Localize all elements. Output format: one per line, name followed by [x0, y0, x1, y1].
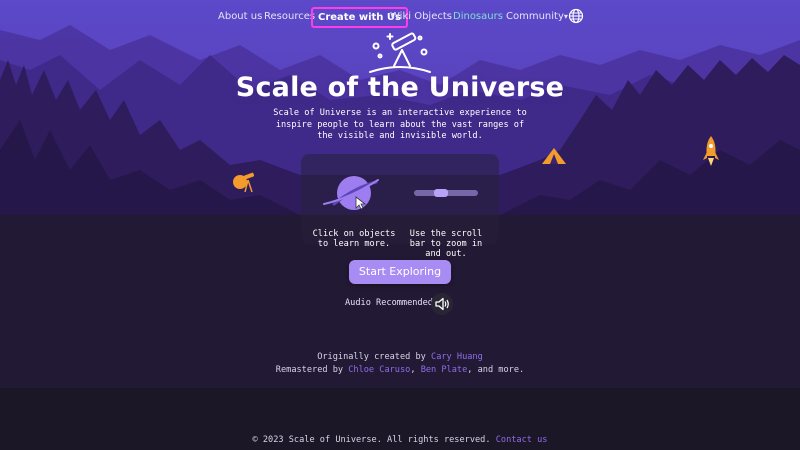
credits-original-prefix: Originally created by: [317, 352, 432, 362]
tent-icon: [542, 148, 566, 164]
footer: © 2023 Scale of Universe. All rights res…: [0, 435, 800, 445]
copyright-text: © 2023 Scale of Universe. All rights res…: [252, 435, 491, 445]
nav-community-dropdown[interactable]: Community▾: [506, 11, 568, 22]
audio-recommended-label: Audio Recommended: [345, 298, 433, 308]
nav-community-label: Community: [506, 11, 564, 22]
hero-subtitle: Scale of Universe is an interactive expe…: [273, 108, 527, 141]
telescope-icon: [369, 32, 431, 73]
creator-link[interactable]: Cary Huang: [431, 352, 483, 362]
scroll-instruction: Use the scroll bar to zoom in and out.: [409, 229, 483, 259]
scroll-bar-icon: [414, 189, 478, 197]
globe-icon[interactable]: [568, 8, 584, 24]
remaster-person-1-link[interactable]: Chloe Caruso: [348, 365, 410, 375]
credits-line-2: Remastered by Chloe Caruso, Ben Plate, a…: [0, 364, 800, 377]
speaker-icon: [435, 297, 449, 311]
top-nav: About us Resources Create with Us Wiki O…: [0, 6, 800, 28]
credits-separator: ,: [410, 365, 421, 375]
nav-resources-link[interactable]: Resources: [264, 11, 315, 22]
page-title: Scale of the Universe: [235, 72, 565, 103]
nav-about-link[interactable]: About us: [218, 11, 262, 22]
explorer-icon: [233, 172, 255, 193]
credits-remastered-prefix: Remastered by: [275, 365, 349, 375]
nav-dinosaurs-link[interactable]: Dinosaurs: [453, 11, 503, 22]
nav-wiki-link[interactable]: Wiki Objects: [390, 11, 452, 22]
start-exploring-button[interactable]: Start Exploring: [349, 260, 451, 284]
click-instruction: Click on objects to learn more.: [312, 229, 396, 249]
credits-suffix: , and more.: [467, 365, 525, 375]
remaster-person-2-link[interactable]: Ben Plate: [421, 365, 468, 375]
audio-toggle-button[interactable]: [431, 293, 453, 315]
planet-icon: [323, 176, 379, 210]
credits: Originally created by Cary Huang Remaste…: [0, 351, 800, 377]
credits-line-1: Originally created by Cary Huang: [0, 351, 800, 364]
cursor-icon: [355, 196, 367, 210]
contact-us-link[interactable]: Contact us: [496, 435, 548, 445]
rocket-icon: [703, 136, 719, 166]
